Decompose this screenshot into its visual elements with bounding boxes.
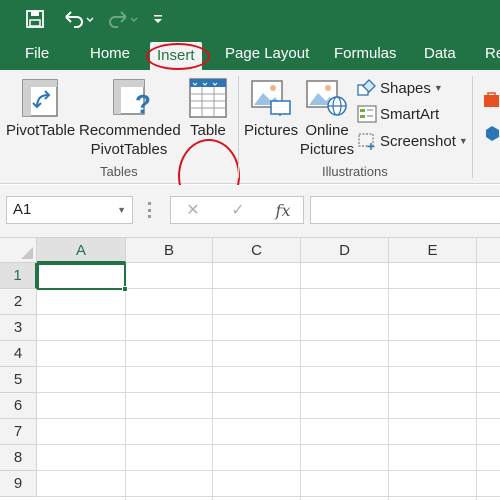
pictures-button[interactable]: Pictures (244, 121, 298, 140)
online-pictures-button[interactable]: Online Pictures (298, 121, 356, 159)
row-header-2[interactable]: 2 (0, 289, 37, 315)
formula-input[interactable] (310, 196, 500, 224)
column-header-b[interactable]: B (126, 238, 213, 263)
screenshot-label: Screenshot (380, 132, 456, 150)
smartart-label: SmartArt (380, 105, 440, 123)
pivottable-icon[interactable] (22, 79, 58, 122)
row-gridline (37, 496, 500, 497)
tab-home[interactable]: Home (90, 38, 130, 70)
illustrations-group-label: Illustrations (322, 164, 388, 179)
recommended-label-line1: Recommended (79, 122, 181, 139)
shapes-label: Shapes (380, 79, 431, 97)
online-pictures-icon[interactable] (306, 79, 348, 122)
tab-page-layout[interactable]: Page Layout (225, 38, 309, 70)
tab-insert[interactable]: Insert (150, 42, 202, 70)
redo-icon[interactable] (104, 6, 142, 32)
name-box-dropdown-icon[interactable]: ▼ (117, 197, 126, 223)
tables-group-label: Tables (100, 164, 138, 179)
select-all-corner[interactable] (0, 238, 37, 263)
row-header-7[interactable]: 7 (0, 419, 37, 445)
svg-text:?: ? (135, 89, 151, 117)
screenshot-dropdown-icon: ▼ (458, 136, 468, 146)
group-divider (238, 76, 239, 178)
row-header-3[interactable]: 3 (0, 315, 37, 341)
ribbon-insert: PivotTable ? Recommended PivotTables Tab… (0, 70, 500, 213)
name-box[interactable]: A1 ▼ (6, 196, 133, 224)
formula-bar-resize-handle[interactable] (148, 202, 152, 218)
smartart-icon (357, 104, 377, 124)
quick-access-toolbar (0, 0, 500, 38)
ribbon-tabs: File Home Insert Page Layout Formulas Da… (0, 38, 500, 70)
row-gridline (37, 418, 500, 419)
formula-bar: A1 ▼ ✕ ✓ fx (0, 185, 500, 237)
recommended-pivottables-button[interactable]: Recommended PivotTables (79, 121, 181, 159)
table-button[interactable]: Table (190, 121, 226, 140)
row-header-8[interactable]: 8 (0, 445, 37, 471)
row-header-6[interactable]: 6 (0, 393, 37, 419)
formula-buttons: ✕ ✓ fx (170, 196, 304, 224)
row-gridline (37, 366, 500, 367)
fill-handle[interactable] (122, 286, 128, 292)
online-label-line1: Online (305, 122, 349, 139)
cancel-icon[interactable]: ✕ (181, 200, 205, 220)
row-gridline (37, 470, 500, 471)
row-gridline (37, 340, 500, 341)
column-gridline (125, 263, 126, 500)
row-gridline (37, 392, 500, 393)
enter-icon[interactable]: ✓ (226, 200, 250, 220)
row-header-4[interactable]: 4 (0, 341, 37, 367)
row-gridline (37, 314, 500, 315)
table-icon[interactable] (189, 78, 227, 123)
smartart-button[interactable]: SmartArt (357, 104, 439, 124)
column-gridline (300, 263, 301, 500)
my-addins-icon[interactable] (485, 125, 500, 147)
column-header-partial[interactable] (477, 238, 500, 263)
shapes-dropdown-icon: ▼ (433, 83, 443, 93)
online-label-line2: Pictures (299, 141, 355, 158)
worksheet-grid[interactable]: ABCDE 123456789 (0, 237, 500, 500)
row-gridline (37, 444, 500, 445)
shapes-button[interactable]: Shapes ▼ (357, 78, 443, 98)
column-gridline (388, 263, 389, 500)
column-header-d[interactable]: D (301, 238, 389, 263)
name-box-value: A1 (13, 201, 32, 218)
tab-review[interactable]: Re (485, 38, 500, 70)
row-header-5[interactable]: 5 (0, 367, 37, 393)
column-header-e[interactable]: E (389, 238, 477, 263)
pictures-icon[interactable] (251, 79, 291, 122)
screenshot-button[interactable]: Screenshot ▼ (357, 131, 468, 151)
tab-formulas[interactable]: Formulas (334, 38, 397, 70)
column-header-a[interactable]: A (37, 238, 126, 263)
active-cell-a1[interactable] (37, 263, 126, 290)
undo-icon[interactable] (60, 6, 98, 32)
screenshot-icon (357, 131, 377, 151)
column-gridline (212, 263, 213, 500)
column-header-c[interactable]: C (213, 238, 301, 263)
insert-function-button[interactable]: fx (271, 200, 295, 220)
store-icon[interactable] (483, 91, 500, 113)
group-divider (472, 76, 473, 178)
row-header-9[interactable]: 9 (0, 471, 37, 497)
save-icon[interactable] (24, 6, 46, 32)
tab-file[interactable]: File (25, 38, 49, 70)
shapes-icon (357, 78, 377, 98)
recommended-pivottables-icon[interactable]: ? (113, 79, 153, 122)
column-gridline (476, 263, 477, 500)
pivottable-button[interactable]: PivotTable (6, 121, 75, 140)
recommended-label-line2: PivotTables (90, 141, 168, 158)
tab-data[interactable]: Data (424, 38, 456, 70)
customize-qat-icon[interactable] (150, 6, 166, 32)
row-header-1[interactable]: 1 (0, 263, 37, 289)
